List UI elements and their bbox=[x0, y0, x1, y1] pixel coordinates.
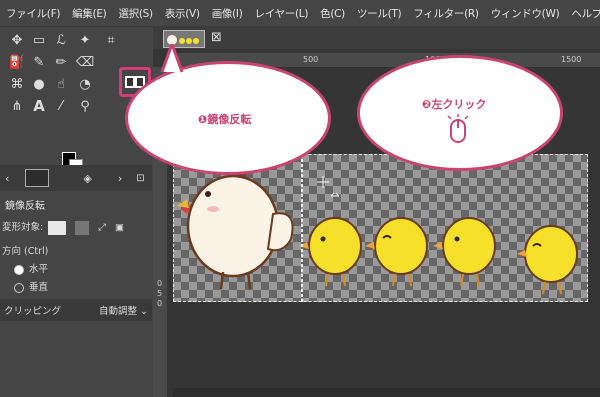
ruler-v-mark: 5 bbox=[157, 289, 163, 298]
eraser-icon[interactable]: ⌫ bbox=[76, 53, 94, 71]
blur-icon[interactable]: ● bbox=[30, 75, 48, 93]
pencil-icon[interactable]: ✏ bbox=[52, 53, 70, 71]
callout-flip-label: ❶鏡像反転 bbox=[198, 113, 252, 126]
dock-menu-icon[interactable]: ⊡ bbox=[136, 173, 144, 184]
close-tab-icon[interactable]: ⊠ bbox=[211, 30, 222, 45]
color-picker-icon[interactable]: ⁄ bbox=[52, 97, 70, 115]
smudge-icon[interactable]: ☝ bbox=[52, 75, 70, 93]
rect-select-icon[interactable]: ▭ bbox=[30, 31, 48, 49]
mouse-click-icon bbox=[447, 114, 469, 143]
layer-boundary bbox=[173, 154, 588, 302]
menu-help[interactable]: ヘルプ(H) bbox=[565, 6, 600, 21]
selection-target-icon[interactable] bbox=[75, 220, 90, 235]
callout-pointer bbox=[160, 44, 184, 73]
menu-layer[interactable]: レイヤー(L) bbox=[249, 6, 315, 21]
layer-target-icon[interactable] bbox=[48, 220, 67, 235]
paintbrush-icon[interactable]: ✎ bbox=[30, 53, 48, 71]
transform-target-label: 変形対象: bbox=[2, 222, 44, 233]
path-target-icon[interactable]: ⤢ bbox=[98, 222, 106, 233]
chevron-left-icon[interactable]: ‹ bbox=[5, 172, 9, 185]
image-target-icon[interactable]: ▣ bbox=[115, 222, 124, 233]
tool-options-tab[interactable] bbox=[25, 169, 50, 187]
menu-view[interactable]: 表示(V) bbox=[159, 6, 206, 21]
clipping-label: クリッピング bbox=[4, 306, 62, 317]
dock-tabs: ‹ ◈ › ⊡ bbox=[0, 165, 152, 191]
menu-color[interactable]: 色(C) bbox=[314, 6, 351, 21]
ruler-v-mark: 0 bbox=[157, 299, 163, 308]
vertical-label: 垂直 bbox=[29, 282, 49, 293]
tool-options-title: 鏡像反転 bbox=[5, 201, 45, 212]
lasso-icon[interactable]: ℒ bbox=[52, 31, 70, 49]
ruler-mark-500: 500 bbox=[303, 55, 319, 64]
image-canvas[interactable] bbox=[173, 154, 588, 302]
clipping-select[interactable]: 自動調整 ⌄ bbox=[99, 303, 148, 317]
callout-click-label: ❷左クリック bbox=[422, 98, 487, 111]
callout-flip-tool: ❶鏡像反転 bbox=[125, 44, 331, 175]
zoom-icon[interactable]: ⚲ bbox=[76, 97, 94, 115]
dodge-icon[interactable]: ◔ bbox=[76, 75, 94, 93]
menu-select[interactable]: 選択(S) bbox=[112, 6, 158, 21]
toolbox: ✥ ▭ ℒ ✦ ⌗ ⛽ ✎ ✏ ⌫ ⌘ ● ☝ ◔ ⋔ A ⁄ ⚲ bbox=[0, 27, 152, 173]
ruler-v-mark: 0 bbox=[157, 279, 163, 288]
ruler-mark-1500: 1500 bbox=[561, 55, 582, 64]
crop-icon[interactable]: ⌗ bbox=[102, 31, 120, 49]
menu-file[interactable]: ファイル(F) bbox=[0, 6, 66, 21]
clipping-row: クリッピング 自動調整 ⌄ bbox=[0, 299, 152, 321]
menu-edit[interactable]: 編集(E) bbox=[66, 6, 112, 21]
callout-left-click: ❷左クリック bbox=[357, 55, 563, 171]
chevron-down-icon: ⌄ bbox=[140, 306, 148, 317]
device-status-tab[interactable]: ◈ bbox=[83, 172, 91, 185]
transform-target-row: 変形対象: ⤢ ▣ bbox=[2, 219, 124, 235]
horizontal-scrollbar[interactable] bbox=[173, 388, 600, 397]
chevron-right-icon[interactable]: › bbox=[118, 172, 122, 185]
radio-off-icon bbox=[14, 282, 24, 293]
image-tab-strip: ⊠ bbox=[153, 27, 600, 49]
path-icon[interactable]: ⋔ bbox=[8, 97, 26, 115]
menu-image[interactable]: 画像(I) bbox=[206, 6, 249, 21]
move-tool-icon[interactable]: ✥ bbox=[8, 31, 26, 49]
menu-bar: ファイル(F) 編集(E) 選択(S) 表示(V) 画像(I) レイヤー(L) … bbox=[0, 0, 600, 27]
radio-on-icon bbox=[14, 264, 24, 275]
vertical-radio[interactable]: 垂直 bbox=[14, 279, 48, 293]
selection-divider bbox=[301, 154, 303, 302]
warp-icon[interactable]: ⌘ bbox=[8, 75, 26, 93]
horizontal-label: 水平 bbox=[29, 264, 49, 275]
horizontal-radio[interactable]: 水平 bbox=[14, 261, 48, 275]
menu-filters[interactable]: フィルター(R) bbox=[407, 6, 484, 21]
tool-options-panel: 鏡像反転 変形対象: ⤢ ▣ 方向 (Ctrl) 水平 垂直 クリッピング 自動… bbox=[0, 191, 152, 397]
text-tool-icon[interactable]: A bbox=[30, 97, 48, 115]
menu-tools[interactable]: ツール(T) bbox=[351, 6, 407, 21]
fuzzy-select-icon[interactable]: ✦ bbox=[76, 31, 94, 49]
menu-windows[interactable]: ウィンドウ(W) bbox=[485, 6, 566, 21]
bucket-icon[interactable]: ⛽ bbox=[8, 53, 26, 71]
direction-label: 方向 (Ctrl) bbox=[2, 246, 49, 257]
